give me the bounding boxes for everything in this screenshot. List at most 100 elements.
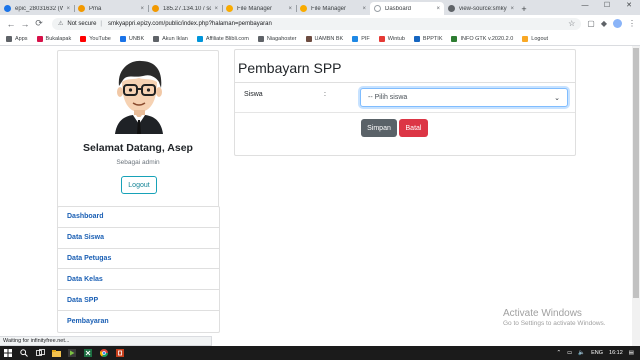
browser-tab[interactable]: File Manager × bbox=[222, 2, 296, 15]
bookmark-icon bbox=[522, 35, 529, 42]
bookmark-star-icon[interactable]: ☆ bbox=[568, 19, 575, 28]
tab-favicon-icon bbox=[226, 5, 233, 12]
security-label: Not secure bbox=[67, 20, 97, 27]
activate-windows-watermark: Activate Windows Go to Settings to activ… bbox=[503, 308, 606, 327]
file-explorer-icon[interactable] bbox=[48, 346, 64, 360]
bookmark-item[interactable]: INFO GTK v.2020.2.0 bbox=[451, 35, 513, 42]
title-divider bbox=[235, 82, 575, 83]
bookmark-item[interactable]: Niagahoster bbox=[257, 35, 297, 42]
bookmark-item[interactable]: Bukalapak bbox=[36, 35, 72, 42]
bookmark-label: Akun Iklan bbox=[162, 35, 188, 42]
windows-start-icon[interactable] bbox=[0, 346, 16, 360]
tab-favicon-icon bbox=[78, 5, 85, 12]
reload-icon[interactable]: ⟳ bbox=[32, 18, 46, 29]
tray-chevron-up-icon[interactable]: ⌃ bbox=[556, 350, 561, 356]
bookmark-item[interactable]: Logout bbox=[522, 35, 548, 42]
sidebar-item-pembayaran[interactable]: Pembayaran bbox=[58, 311, 219, 332]
tab-close-icon[interactable]: × bbox=[436, 6, 440, 12]
tab-close-icon[interactable]: × bbox=[140, 6, 144, 12]
browser-tab[interactable]: 185.27.134.10 / sq × bbox=[148, 2, 222, 15]
clock[interactable]: 16:12 bbox=[609, 350, 623, 356]
bookmark-item[interactable]: BPPTIK bbox=[413, 35, 442, 42]
form-divider bbox=[235, 112, 575, 113]
language-indicator[interactable]: ENG bbox=[591, 350, 603, 356]
minimize-window-button[interactable]: — bbox=[574, 0, 596, 12]
bookmark-label: UNBK bbox=[128, 35, 145, 42]
browser-tab[interactable]: view-source:smkyc × bbox=[444, 2, 518, 15]
page-viewport: Selamat Datang, Asep Sebagai admin Logou… bbox=[0, 46, 632, 346]
bookmark-label: Bukalapak bbox=[45, 35, 72, 42]
tab-title: epic_28031632 (WI bbox=[15, 5, 64, 12]
url-text[interactable]: smkyappri.epizy.com/public/index.php?hal… bbox=[108, 21, 272, 27]
media-player-icon[interactable] bbox=[64, 346, 80, 360]
bookmark-item[interactable]: Wintub bbox=[378, 35, 405, 42]
bookmark-icon bbox=[378, 35, 385, 42]
bookmark-icon bbox=[451, 35, 458, 42]
sidebar-item-data-kelas[interactable]: Data Kelas bbox=[58, 269, 219, 291]
search-icon[interactable] bbox=[16, 346, 32, 360]
tab-close-icon[interactable]: × bbox=[362, 6, 366, 12]
tab-title: File Manager bbox=[311, 5, 347, 12]
bookmark-item[interactable]: YouTube bbox=[80, 35, 111, 42]
browser-tab[interactable]: epic_28031632 (WI × bbox=[0, 2, 74, 15]
sidebar-item-data-siswa[interactable]: Data Siswa bbox=[58, 228, 219, 249]
forward-icon[interactable]: → bbox=[18, 19, 32, 29]
bookmark-icon bbox=[196, 35, 203, 42]
browser-status-bar: Waiting for infinityfree.net... bbox=[0, 336, 212, 346]
tab-favicon-icon bbox=[4, 5, 11, 12]
address-bar[interactable]: ⚠ Not secure | smkyappri.epizy.com/publi… bbox=[52, 17, 582, 30]
browser-tab-strip: epic_28031632 (WI × Pma × 185.27.134.10 / sq… bbox=[0, 0, 640, 15]
siswa-select[interactable]: -- Pilih siswa ⌄ bbox=[360, 88, 568, 107]
siswa-select-value: -- Pilih siswa bbox=[368, 94, 408, 101]
new-tab-button[interactable]: + bbox=[518, 2, 530, 15]
notification-icon[interactable]: ▤ bbox=[629, 350, 634, 356]
tab-close-icon[interactable]: × bbox=[510, 6, 514, 12]
save-button[interactable]: Simpan bbox=[361, 119, 397, 137]
task-view-icon[interactable] bbox=[32, 346, 48, 360]
volume-icon[interactable]: 🔈 bbox=[578, 350, 585, 356]
sidebar-menu: Dashboard Data Siswa Data Petugas Data Kela… bbox=[57, 206, 220, 333]
warning-icon: ⚠ bbox=[58, 21, 64, 27]
bookmark-item[interactable]: Akun Iklan bbox=[153, 35, 188, 42]
page-scrollbar[interactable] bbox=[632, 46, 640, 346]
extension-ublock-icon[interactable]: ◆ bbox=[601, 19, 607, 28]
address-separator: | bbox=[100, 20, 102, 27]
profile-avatar-icon[interactable] bbox=[613, 19, 622, 28]
sidebar-item-data-petugas[interactable]: Data Petugas bbox=[58, 249, 219, 270]
menu-kebab-icon[interactable]: ⋮ bbox=[628, 19, 636, 28]
maximize-window-button[interactable]: ☐ bbox=[596, 0, 618, 12]
payment-card: Pembayarn SPP Siswa : -- Pilih siswa ⌄ S… bbox=[234, 49, 576, 156]
bookmark-icon bbox=[257, 35, 264, 42]
logout-button[interactable]: Logout bbox=[121, 176, 157, 194]
browser-tab[interactable]: File Manager × bbox=[296, 2, 370, 15]
excel-icon[interactable] bbox=[80, 346, 96, 360]
siswa-colon: : bbox=[324, 91, 326, 98]
back-icon[interactable]: ← bbox=[4, 19, 18, 29]
extensions-icon[interactable]: ▢ bbox=[587, 19, 595, 28]
bookmark-label: UAMBN BK bbox=[314, 35, 344, 42]
page-title: Pembayarn SPP bbox=[238, 60, 342, 76]
role-text: Sebagai admin bbox=[116, 159, 160, 166]
tab-close-icon[interactable]: × bbox=[288, 6, 292, 12]
network-icon[interactable]: ▭ bbox=[567, 350, 572, 356]
tab-close-icon[interactable]: × bbox=[66, 6, 70, 12]
chevron-down-icon: ⌄ bbox=[554, 94, 560, 102]
tab-favicon-icon bbox=[448, 5, 455, 12]
bookmark-item[interactable]: UNBK bbox=[119, 35, 145, 42]
scrollbar-thumb[interactable] bbox=[633, 48, 639, 298]
powerpoint-icon[interactable] bbox=[112, 346, 128, 360]
bookmark-item[interactable]: PIF bbox=[352, 35, 370, 42]
bookmark-item[interactable]: UAMBN BK bbox=[305, 35, 344, 42]
close-window-button[interactable]: ✕ bbox=[618, 0, 640, 12]
cancel-button[interactable]: Batal bbox=[399, 119, 428, 137]
chrome-icon[interactable] bbox=[96, 346, 112, 360]
sidebar-item-dashboard[interactable]: Dashboard bbox=[58, 207, 219, 228]
bookmark-item[interactable]: Affiliate Blibli.com bbox=[196, 35, 249, 42]
bookmark-icon bbox=[153, 35, 160, 42]
tab-title: 185.27.134.10 / sq bbox=[163, 5, 212, 12]
tab-close-icon[interactable]: × bbox=[214, 6, 218, 12]
browser-tab[interactable]: Dasboard × bbox=[370, 2, 444, 15]
browser-tab[interactable]: Pma × bbox=[74, 2, 148, 15]
sidebar-item-data-spp[interactable]: Data SPP bbox=[58, 290, 219, 311]
bookmark-item[interactable]: Apps bbox=[6, 35, 28, 42]
